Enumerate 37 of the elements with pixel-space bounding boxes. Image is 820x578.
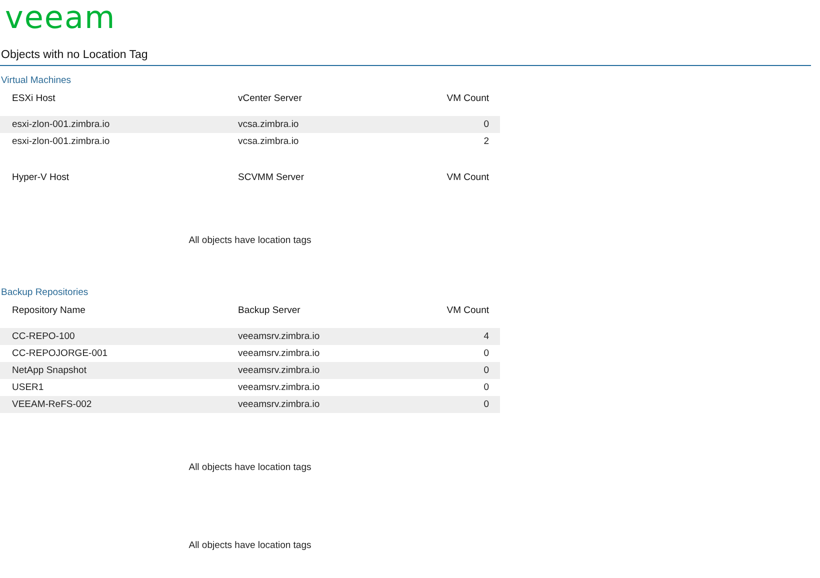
column-header: Hyper-V Host: [12, 172, 70, 183]
table-cell-text: veeamsrv.zimbra.io: [238, 399, 321, 410]
table-cell: 2: [484, 136, 489, 147]
column-header: SCVMM Server: [238, 172, 305, 183]
table-cell-text: veeamsrv.zimbra.io: [238, 331, 321, 342]
column-header: vCenter Server: [238, 93, 303, 104]
column-header: Backup Server: [238, 305, 302, 316]
table-cell-text: veeamsrv.zimbra.io: [238, 348, 321, 359]
section-heading: Backup Repositories: [1, 287, 90, 299]
column-header: Repository Name: [12, 305, 86, 316]
table-cell-text: CC-REPOJORGE-001: [12, 348, 109, 359]
column-header: VM Count: [446, 305, 489, 316]
section-heading: Virtual Machines: [1, 75, 72, 87]
table-cell: 0: [484, 399, 489, 410]
table-cell-text: veeamsrv.zimbra.io: [238, 382, 321, 393]
table-cell-text: VEEAM-ReFS-002: [12, 399, 93, 410]
table-cell-text: veeamsrv.zimbra.io: [238, 365, 321, 376]
table-cell-text: esxi-zlon-001.zimbra.io: [12, 119, 111, 130]
table-cell-text: vcsa.zimbra.io: [238, 119, 300, 130]
table-cell: 0: [484, 382, 489, 393]
empty-message: All objects have location tags: [188, 540, 312, 551]
report-title: Objects with no Location Tag: [1, 48, 149, 62]
column-header: VM Count: [446, 172, 489, 183]
table-cell: 0: [484, 119, 489, 130]
empty-message: All objects have location tags: [188, 462, 312, 473]
table-cell-text: esxi-zlon-001.zimbra.io: [12, 136, 111, 147]
table-cell-text: USER1: [12, 382, 45, 393]
table-cell-text: vcsa.zimbra.io: [238, 136, 300, 147]
table-cell-text: CC-REPO-100: [12, 331, 76, 342]
empty-message: All objects have location tags: [188, 235, 312, 246]
table-cell: 0: [484, 365, 489, 376]
column-header: VM Count: [446, 93, 489, 104]
column-header: ESXi Host: [12, 93, 56, 104]
table-cell: 0: [484, 348, 489, 359]
table-cell-text: NetApp Snapshot: [12, 365, 88, 376]
logo: veeam: [5, 3, 116, 34]
table-cell: 4: [484, 331, 489, 342]
